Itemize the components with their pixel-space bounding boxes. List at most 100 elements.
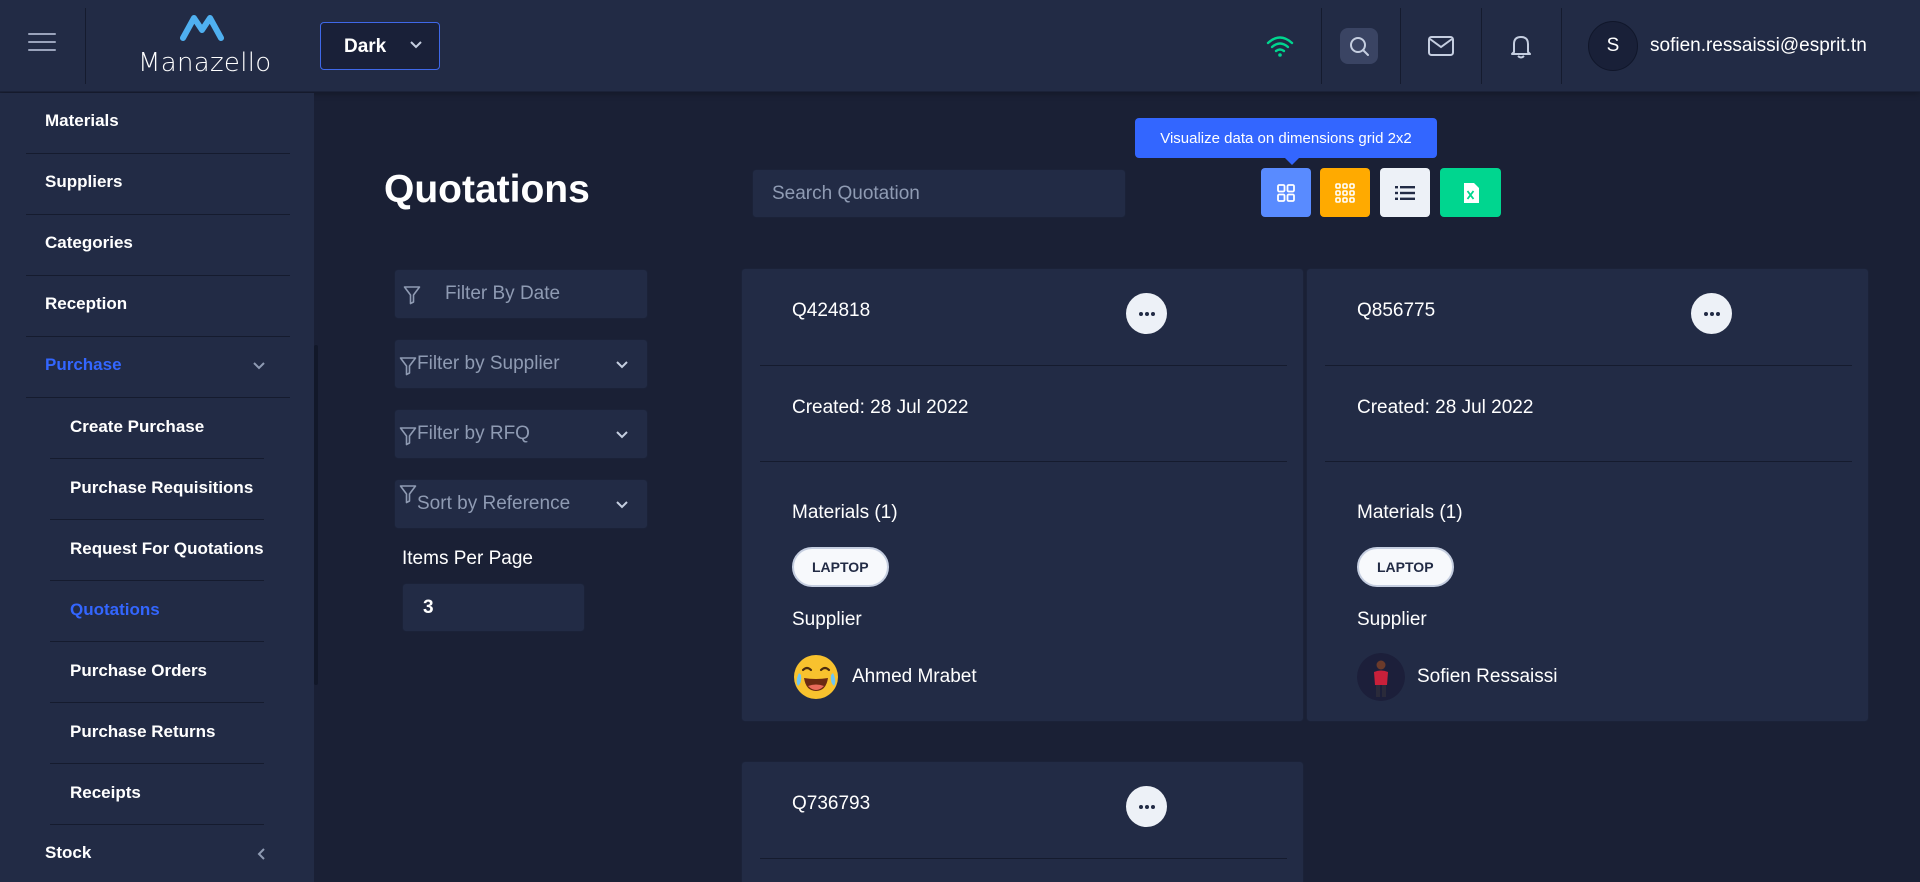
list-icon <box>1395 185 1415 200</box>
filter-icon <box>399 427 417 446</box>
sidebar-item-label: Purchase Returns <box>70 722 216 741</box>
header-divider <box>1481 8 1482 84</box>
supplier-info: Ahmed Mrabet <box>792 652 977 702</box>
filter-label: Filter by RFQ <box>417 423 530 444</box>
supplier-name: Sofien Ressaissi <box>1417 666 1558 687</box>
sidebar-scrollbar[interactable] <box>314 345 318 685</box>
chevron-down-icon <box>616 501 628 509</box>
sort-by-reference[interactable]: Sort by Reference <box>394 479 648 529</box>
filter-by-supplier[interactable]: Filter by Supplier <box>394 339 648 389</box>
sidebar-subitem-purchase-requisitions[interactable]: Purchase Requisitions <box>50 459 264 520</box>
top-header: Manazello Dark S sofien.ressaissi@esprit… <box>0 0 1920 92</box>
sidebar-item-label: Materials <box>45 111 119 130</box>
search-input[interactable] <box>752 169 1126 218</box>
sidebar-item-label: Request For Quotations <box>70 539 264 558</box>
header-divider <box>85 8 86 84</box>
more-horizontal-icon <box>1138 804 1155 809</box>
card-divider <box>1325 365 1852 366</box>
page-title: Quotations <box>384 168 590 211</box>
user-email: sofien.ressaissi@esprit.tn <box>1650 35 1867 56</box>
sidebar-item-label: Reception <box>45 294 128 313</box>
created-date: Created: 28 Jul 2022 <box>1357 397 1534 418</box>
mail-icon[interactable] <box>1422 28 1460 64</box>
sidebar-item-label: Purchase Requisitions <box>70 478 254 497</box>
wifi-icon[interactable] <box>1261 28 1299 64</box>
quotation-card: Q736793 <box>741 761 1304 882</box>
user-menu[interactable]: S sofien.ressaissi@esprit.tn <box>1588 20 1867 72</box>
sidebar-item-label: Purchase <box>45 355 122 374</box>
filter-label: Filter by Supplier <box>417 353 560 374</box>
supplier-label: Supplier <box>1357 609 1427 630</box>
sidebar-item-categories[interactable]: Categories <box>26 215 290 276</box>
menu-icon[interactable] <box>28 33 56 57</box>
logo-icon <box>180 15 224 41</box>
filter-by-date[interactable]: Filter By Date <box>394 269 648 319</box>
sidebar-item-label: Quotations <box>70 600 160 619</box>
supplier-avatar <box>1357 653 1405 701</box>
sidebar-item-stock[interactable]: Stock <box>26 825 290 882</box>
sidebar-item-suppliers[interactable]: Suppliers <box>26 154 290 215</box>
more-horizontal-icon <box>1703 311 1720 316</box>
grid-2x2-view-button[interactable] <box>1261 168 1311 217</box>
sidebar-item-label: Purchase Orders <box>70 661 208 680</box>
sidebar-item-label: Receipts <box>70 783 141 802</box>
materials-count: Materials (1) <box>1357 502 1463 523</box>
material-tag[interactable]: LAPTOP <box>792 547 889 587</box>
sidebar-item-label: Stock <box>45 843 92 862</box>
app-logo[interactable]: Manazello <box>138 12 271 78</box>
filter-icon <box>403 286 421 305</box>
sidebar-subitem-request-for-quotations[interactable]: Request For Quotations <box>50 520 264 581</box>
filter-by-rfq[interactable]: Filter by RFQ <box>394 409 648 459</box>
chevron-down-icon <box>253 362 265 370</box>
sidebar-subitem-create-purchase[interactable]: Create Purchase <box>50 398 264 459</box>
filter-icon <box>399 485 417 504</box>
sidebar-item-purchase[interactable]: Purchase <box>26 337 290 398</box>
sidebar-item-label: Suppliers <box>45 172 123 191</box>
card-divider <box>1325 461 1852 462</box>
supplier-name: Ahmed Mrabet <box>852 666 977 687</box>
more-options-button[interactable] <box>1691 293 1732 334</box>
chevron-down-icon <box>616 361 628 369</box>
sidebar: Materials Suppliers Categories Reception… <box>0 93 314 882</box>
items-per-page-value: 3 <box>423 597 434 618</box>
card-divider <box>760 858 1287 859</box>
theme-select[interactable]: Dark <box>320 22 440 70</box>
items-per-page-input[interactable]: 3 <box>402 583 585 632</box>
export-excel-button[interactable] <box>1440 168 1501 217</box>
sidebar-subitem-purchase-orders[interactable]: Purchase Orders <box>50 642 264 703</box>
bell-icon[interactable] <box>1502 28 1540 64</box>
chevron-down-icon <box>616 431 628 439</box>
card-divider <box>760 461 1287 462</box>
sidebar-item-materials[interactable]: Materials <box>26 93 290 154</box>
more-options-button[interactable] <box>1126 293 1167 334</box>
sidebar-item-label: Create Purchase <box>70 417 205 436</box>
sidebar-item-reception[interactable]: Reception <box>26 276 290 337</box>
more-horizontal-icon <box>1138 311 1155 316</box>
grid-2x2-icon <box>1277 183 1295 202</box>
grid-3x3-view-button[interactable] <box>1320 168 1370 217</box>
supplier-info: Sofien Ressaissi <box>1357 652 1557 702</box>
view-tooltip: Visualize data on dimensions grid 2x2 <box>1135 118 1437 165</box>
quotation-ref: Q856775 <box>1357 300 1436 321</box>
material-tag[interactable]: LAPTOP <box>1357 547 1454 587</box>
sidebar-subitem-quotations[interactable]: Quotations <box>50 581 264 642</box>
supplier-avatar <box>792 653 840 701</box>
theme-select-value: Dark <box>344 36 387 57</box>
filter-label: Sort by Reference <box>417 493 571 514</box>
supplier-label: Supplier <box>792 609 862 630</box>
more-options-button[interactable] <box>1126 786 1167 827</box>
sidebar-subitem-receipts[interactable]: Receipts <box>50 764 264 825</box>
quotation-card: Q856775 Created: 28 Jul 2022 Materials (… <box>1306 268 1869 722</box>
header-divider <box>1321 8 1322 84</box>
grid-3x3-icon <box>1335 182 1355 203</box>
list-view-button[interactable] <box>1380 168 1430 217</box>
sidebar-subitem-purchase-returns[interactable]: Purchase Returns <box>50 703 264 764</box>
laughing-emoji-icon <box>794 655 838 699</box>
avatar: S <box>1588 21 1638 71</box>
card-divider <box>760 365 1287 366</box>
created-date: Created: 28 Jul 2022 <box>792 397 969 418</box>
header-divider <box>1400 8 1401 84</box>
search-icon[interactable] <box>1340 28 1378 64</box>
excel-icon <box>1463 182 1479 203</box>
header-divider <box>1561 8 1562 84</box>
